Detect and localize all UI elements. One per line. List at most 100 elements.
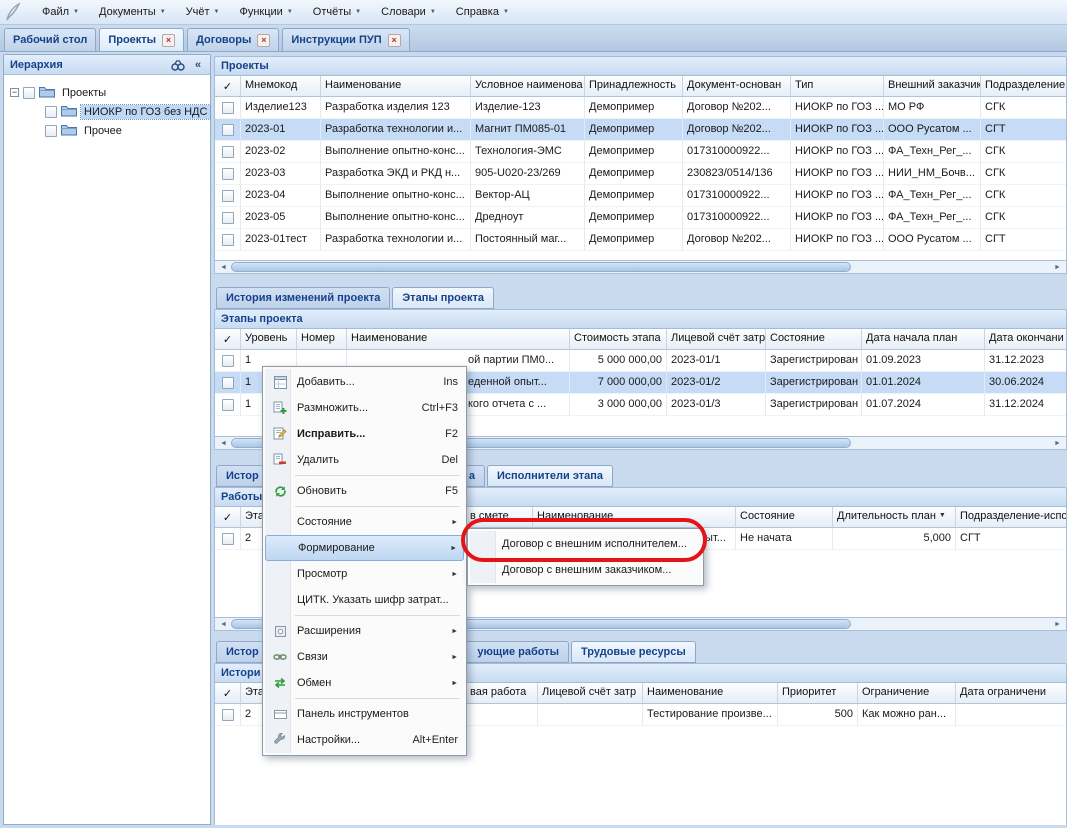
scroll-right-icon[interactable]: ► [1050, 264, 1065, 271]
menubar-item[interactable]: Словари ▼ [371, 2, 446, 22]
context-menu-item-delete[interactable]: Удалить Del [265, 447, 464, 473]
sub-tab[interactable]: Исполнители этапа [487, 465, 613, 487]
column-header[interactable]: Внешний заказчик [884, 76, 981, 97]
submenu-item-external-customer[interactable]: Договор с внешним заказчиком... [470, 557, 701, 583]
scroll-right-icon[interactable]: ► [1050, 621, 1065, 628]
collapse-panel-icon[interactable]: « [190, 57, 206, 72]
column-header[interactable]: Наименование [643, 683, 778, 704]
doc-tab[interactable]: Инструкции ПУП × [282, 28, 409, 51]
column-header[interactable]: Тип [791, 76, 884, 97]
table-row[interactable]: 2023-05 Выполнение опытно-конс... Дредно… [215, 207, 1066, 229]
menubar-item[interactable]: Отчёты ▼ [303, 2, 371, 22]
context-menu-item-duplicate[interactable]: Размножить... Ctrl+F3 [265, 395, 464, 421]
search-binoculars-icon[interactable] [170, 57, 186, 72]
column-header[interactable]: Лицевой счёт затрат. [667, 329, 766, 350]
sub-tab[interactable]: Трудовые ресурсы [571, 641, 696, 663]
row-checkbox[interactable] [222, 168, 234, 180]
column-header-check[interactable]: ✓ [215, 683, 241, 704]
menubar-item[interactable]: Файл ▼ [32, 2, 89, 22]
column-header-check[interactable]: ✓ [215, 329, 241, 350]
column-header[interactable]: Дата начала план [862, 329, 985, 350]
column-header[interactable]: Стоимость этапа [570, 329, 667, 350]
row-checkbox[interactable] [222, 533, 234, 545]
column-header[interactable]: Приоритет [778, 683, 858, 704]
table-row[interactable]: 2023-02 Выполнение опытно-конс... Технол… [215, 141, 1066, 163]
context-menu-item-links[interactable]: Связи ► [265, 644, 464, 670]
column-header[interactable]: Дата ограничени [956, 683, 1067, 704]
row-checkbox[interactable] [222, 355, 234, 367]
sub-tab[interactable]: История изменений проекта [216, 287, 390, 309]
table-row[interactable]: 2023-04 Выполнение опытно-конс... Вектор… [215, 185, 1066, 207]
column-header[interactable]: Состояние [766, 329, 862, 350]
context-menu-item-settings[interactable]: Настройки... Alt+Enter [265, 727, 464, 753]
row-checkbox[interactable] [222, 377, 234, 389]
column-header[interactable]: вая работа [466, 683, 538, 704]
tree-item[interactable]: − Проекты [6, 83, 208, 102]
column-header-check[interactable]: ✓ [215, 507, 241, 528]
column-header[interactable]: Документ-основан [683, 76, 791, 97]
column-header[interactable]: Мнемокод [241, 76, 321, 97]
context-menu-item-toolbar[interactable]: Панель инструментов [265, 701, 464, 727]
scrollbar-thumb[interactable] [231, 262, 851, 272]
close-icon[interactable]: × [162, 34, 175, 47]
context-menu-item-extensions[interactable]: Расширения ► [265, 618, 464, 644]
table-row[interactable]: 2023-03 Разработка ЭКД и РКД н... 905-U0… [215, 163, 1066, 185]
row-checkbox[interactable] [222, 709, 234, 721]
column-header[interactable]: Состояние [736, 507, 833, 528]
row-checkbox[interactable] [222, 146, 234, 158]
context-menu-item-exchange[interactable]: Обмен ► [265, 670, 464, 696]
column-header[interactable]: Лицевой счёт затр [538, 683, 643, 704]
menubar-item[interactable]: Документы ▼ [89, 2, 176, 22]
column-header[interactable]: Дата окончани [985, 329, 1067, 350]
doc-tab[interactable]: Договоры × [187, 28, 279, 51]
tree-item[interactable]: − НИОКР по ГОЗ без НДС [6, 102, 208, 121]
close-icon[interactable]: × [257, 34, 270, 47]
column-header-sorted[interactable]: Длительность план ▼ [833, 507, 956, 528]
column-header[interactable]: Наименование [321, 76, 471, 97]
context-menu-item-add[interactable]: Добавить... Ins [265, 369, 464, 395]
submenu-item-external-executor[interactable]: Договор с внешним исполнителем... [470, 531, 701, 557]
column-header[interactable]: Наименование [533, 507, 736, 528]
scroll-left-icon[interactable]: ◄ [216, 621, 231, 628]
tree-checkbox[interactable] [45, 106, 57, 118]
column-header[interactable]: Номер [297, 329, 347, 350]
column-header[interactable]: Подразделение [981, 76, 1067, 97]
doc-tab[interactable]: Рабочий стол × [4, 28, 96, 51]
context-menu-item-refresh[interactable]: Обновить F5 [265, 478, 464, 504]
column-header[interactable]: Наименование [347, 329, 570, 350]
column-header[interactable]: Принадлежность [585, 76, 683, 97]
column-header[interactable]: Уровень [241, 329, 297, 350]
column-header[interactable]: Условное наименова [471, 76, 585, 97]
tree-item[interactable]: − Прочее [6, 121, 208, 140]
sub-tab[interactable]: Этапы проекта [392, 287, 494, 309]
menubar-item[interactable]: Справка ▼ [446, 2, 519, 22]
row-checkbox[interactable] [222, 124, 234, 136]
tree-expander-icon[interactable]: − [10, 88, 19, 97]
column-header-check[interactable]: ✓ [215, 76, 241, 97]
table-row[interactable]: 2023-01 Разработка технологии и... Магни… [215, 119, 1066, 141]
doc-tab[interactable]: Проекты × [99, 28, 184, 51]
horizontal-scrollbar[interactable]: ◄ ► [214, 260, 1067, 274]
row-checkbox[interactable] [222, 102, 234, 114]
row-checkbox[interactable] [222, 234, 234, 246]
scroll-left-icon[interactable]: ◄ [216, 440, 231, 447]
scroll-left-icon[interactable]: ◄ [216, 264, 231, 271]
menubar-item[interactable]: Функции ▼ [229, 2, 302, 22]
row-checkbox[interactable] [222, 190, 234, 202]
context-menu-item-view[interactable]: Просмотр ► [265, 561, 464, 587]
column-header[interactable]: в смете [466, 507, 533, 528]
context-menu-item-state[interactable]: Состояние ► [265, 509, 464, 535]
scroll-right-icon[interactable]: ► [1050, 440, 1065, 447]
table-row[interactable]: Изделие123 Разработка изделия 123 Издели… [215, 97, 1066, 119]
table-row[interactable]: 2023-01тест Разработка технологии и... П… [215, 229, 1066, 251]
row-checkbox[interactable] [222, 399, 234, 411]
column-header[interactable]: Подразделение-испо [956, 507, 1067, 528]
row-checkbox[interactable] [222, 212, 234, 224]
tree-checkbox[interactable] [45, 125, 57, 137]
column-header[interactable]: Ограничение [858, 683, 956, 704]
context-menu-item-citk[interactable]: ЦИТК. Указать шифр затрат... [265, 587, 464, 613]
tree-checkbox[interactable] [23, 87, 35, 99]
context-menu-item-edit[interactable]: Исправить... F2 [265, 421, 464, 447]
menubar-item[interactable]: Учёт ▼ [176, 2, 230, 22]
context-menu-item-forming[interactable]: Формирование ► [265, 535, 464, 561]
